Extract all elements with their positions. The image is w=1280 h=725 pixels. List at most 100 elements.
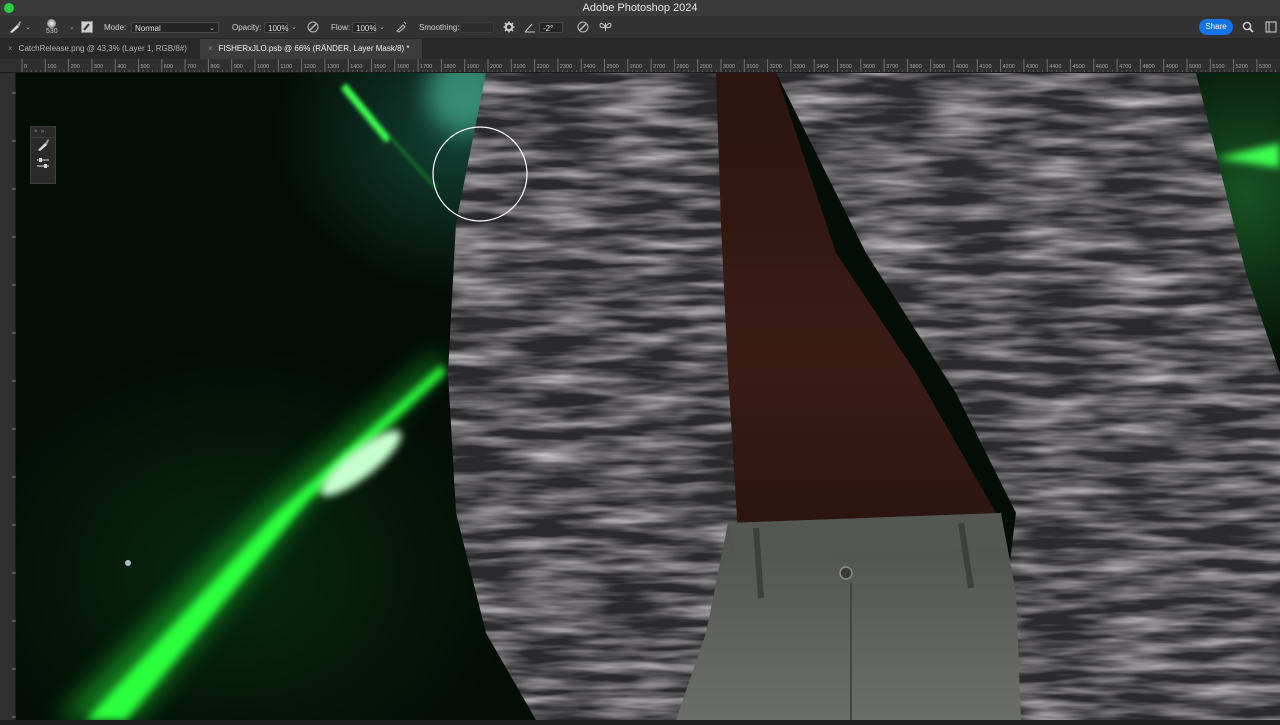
opacity-input[interactable]: 100% [264,21,288,33]
opacity-dropdown[interactable]: ⌄ [291,23,297,31]
smoothing-options-button[interactable] [503,16,515,38]
search-icon [1242,21,1254,33]
flow-input[interactable]: 100% [352,21,376,33]
pressure-pen-icon [577,21,589,33]
brush-icon [10,21,21,33]
ruler-tick-label: 5200 [1236,64,1248,70]
ruler-tick-label: 4300 [1026,64,1038,70]
workspace-icon [1265,21,1277,33]
ruler-tick-label: 900 [234,64,243,70]
ruler-tick-label: 3800 [909,64,921,70]
ruler-tick-label: 500 [141,64,150,70]
collapse-icon[interactable]: » [41,129,44,135]
ruler-tick-label: 3600 [863,64,875,70]
ruler-tick-label: 1700 [420,64,432,70]
smoothing-label: Smoothing: [419,22,460,32]
ruler-tick-label: 1600 [397,64,409,70]
ruler-tick-label: 1500 [374,64,386,70]
ruler-tick-label: 1000 [257,64,269,70]
tab-catchrelease[interactable]: × CatchRelease.png @ 43,3% (Layer 1, RGB/… [0,39,200,59]
ruler-tick-label: 4100 [979,64,991,70]
window-title: Adobe Photoshop 2024 [582,2,698,14]
ruler-tick-label: 4800 [1142,64,1154,70]
tab-label: FISHERxJLO.psb @ 66% (RÄNDER, Layer Mask… [218,44,410,53]
pressure-size-button[interactable] [577,16,589,38]
ruler-tick-label: 1900 [467,64,479,70]
ruler-tick-label: 1300 [327,64,339,70]
chevron-down-icon: ⌄ [69,24,75,31]
close-icon[interactable]: × [8,44,13,53]
ruler-tick-label: 600 [164,64,173,70]
ruler-tick-label: 5000 [1189,64,1201,70]
chevron-down-icon: ⌄ [209,24,215,32]
opacity-label: Opacity: [232,22,262,32]
brush-settings-toggle[interactable] [81,16,93,38]
document-tab-bar: × CatchRelease.png @ 43,3% (Layer 1, RGB/… [0,39,1280,59]
ruler-tick-label: 2300 [560,64,572,70]
share-button[interactable]: Share [1199,19,1233,35]
ruler-tick-label: 3500 [840,64,852,70]
ruler-tick-label: 3700 [886,64,898,70]
ruler-tick-label: 2400 [583,64,595,70]
angle-icon [524,23,535,33]
ruler-tick-label: 3000 [723,64,735,70]
ruler-tick-label: 3900 [933,64,945,70]
ruler-tick-label: 2500 [607,64,619,70]
ruler-tick-label: 3300 [793,64,805,70]
light-spark [125,560,131,566]
search-button[interactable] [1242,16,1254,38]
options-bar: ⌄ 530 ⌄ Mode: Normal ⌄ Opacity: 100% ⌄ Flo… [0,16,1280,39]
pressure-opacity-button[interactable] [307,16,319,38]
airbrush-icon [396,21,407,33]
tab-fisherxjlo[interactable]: × FISHERxJLO.psb @ 66% (RÄNDER, Layer Mas… [200,39,422,59]
ruler-tick-label: 1400 [350,64,362,70]
horizontal-ruler[interactable]: 0 100 200 300 400 500 600 700 800 900 1000 1100 1200… [0,59,1280,73]
sliders-icon [37,158,49,168]
butterfly-icon [599,22,612,31]
ruler-tick-label: 2900 [700,64,712,70]
document-canvas[interactable] [16,73,1280,720]
brush-tip-icon [47,18,57,28]
ruler-tick-label: 4900 [1166,64,1178,70]
smoothing-input[interactable] [460,21,494,33]
ruler-tick-label: 300 [94,64,103,70]
brush-settings-icon [81,21,93,33]
ruler-tick-label: 2100 [513,64,525,70]
ruler-tick-label: 1200 [304,64,316,70]
ruler-tick-label: 2700 [653,64,665,70]
pressure-pen-icon [307,21,319,33]
mode-label: Mode: [104,22,127,32]
tool-preset-picker[interactable]: ⌄ [8,16,31,38]
ruler-ticks: 0 100 200 300 400 500 600 700 800 900 1000 1100 1200… [21,59,1277,72]
ruler-tick-label: 1800 [443,64,455,70]
ruler-tick-label: 100 [47,64,56,70]
ruler-tick-label: 4200 [1003,64,1015,70]
blend-mode-select[interactable]: Normal ⌄ [131,21,219,33]
ruler-tick-label: 800 [210,64,219,70]
airbrush-button[interactable] [395,16,407,38]
flow-dropdown[interactable]: ⌄ [379,23,385,31]
brush-angle-input[interactable]: -2° [539,21,563,33]
ruler-tick-label: 2000 [490,64,502,70]
ruler-tick-label: 2800 [676,64,688,70]
symmetry-button[interactable] [599,16,612,38]
flow-label: Flow: [331,22,351,32]
close-icon[interactable]: × [34,129,38,135]
ruler-tick-label: 4600 [1096,64,1108,70]
ruler-tick-label: 3200 [770,64,782,70]
adjust-tool-button[interactable] [31,156,55,178]
brush-size-value: 530 [46,27,58,35]
brush-preset-picker[interactable]: 530 [46,16,58,38]
workspace-button[interactable] [1265,16,1277,38]
panel-header[interactable]: × » [31,127,55,138]
gear-icon [503,21,515,33]
ruler-tick-label: 4500 [1073,64,1085,70]
close-icon[interactable]: × [208,44,213,53]
vertical-ruler[interactable] [0,73,16,720]
brush-preset-dropdown[interactable]: ⌄ [66,16,75,38]
jeans-button [839,566,853,580]
ruler-tick-label: 5100 [1212,64,1224,70]
ruler-tick-label: 3100 [746,64,758,70]
ruler-tick-label: 400 [117,64,126,70]
floating-tool-panel: × » [30,126,56,184]
